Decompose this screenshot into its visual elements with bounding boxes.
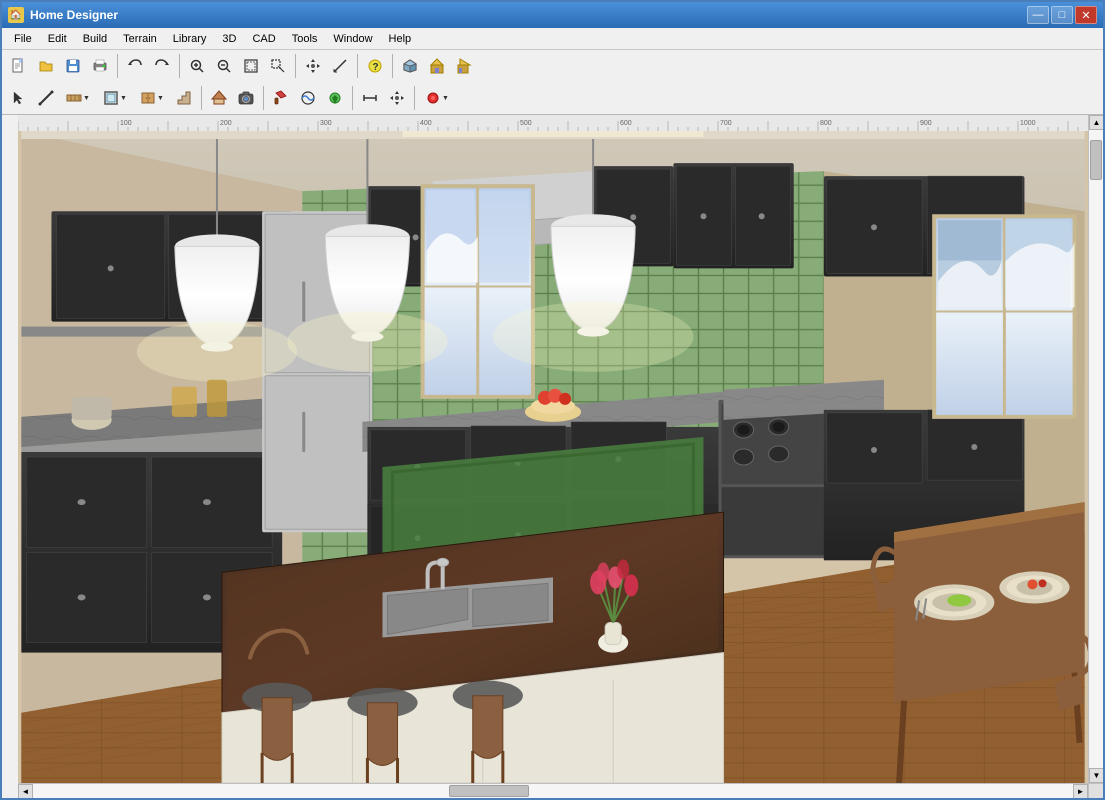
toolbar-row-1: ? <box>2 50 1103 82</box>
camera-button[interactable] <box>233 85 259 111</box>
toolbars: ? ▼ <box>2 50 1103 115</box>
kitchen-render-svg <box>18 131 1088 783</box>
menu-help[interactable]: Help <box>381 31 420 47</box>
menu-build[interactable]: Build <box>75 31 115 47</box>
redo-button[interactable] <box>149 53 175 79</box>
scroll-track-vertical[interactable] <box>1089 130 1103 768</box>
maximize-button[interactable]: □ <box>1051 6 1073 24</box>
scroll-left-button[interactable]: ◄ <box>18 784 33 798</box>
menu-3d[interactable]: 3D <box>214 31 244 47</box>
main-window: 🏠 Home Designer — □ ✕ File Edit Build Te… <box>0 0 1105 800</box>
svg-text:500: 500 <box>520 120 532 127</box>
save-button[interactable] <box>60 53 86 79</box>
draw-line-button[interactable] <box>33 85 59 111</box>
zoom-window-button[interactable] <box>265 53 291 79</box>
open-button[interactable] <box>33 53 59 79</box>
paint-button[interactable] <box>268 85 294 111</box>
scroll-down-button[interactable]: ▼ <box>1089 768 1103 783</box>
stairs-button[interactable] <box>171 85 197 111</box>
svg-text:900: 900 <box>920 120 932 127</box>
title-bar: 🏠 Home Designer — □ ✕ <box>2 2 1103 28</box>
scroll-track-horizontal[interactable] <box>33 784 1073 798</box>
scrollbar-corner <box>1088 783 1103 798</box>
scroll-thumb-horizontal[interactable] <box>449 785 529 797</box>
menu-file[interactable]: File <box>6 31 40 47</box>
canvas-inner[interactable] <box>18 131 1088 783</box>
side-view-button[interactable] <box>451 53 477 79</box>
svg-text:?: ? <box>373 62 379 73</box>
svg-text:200: 200 <box>220 120 232 127</box>
wall-tool-button[interactable]: ▼ <box>60 85 96 111</box>
scroll-up-button[interactable]: ▲ <box>1089 115 1103 130</box>
new-button[interactable] <box>6 53 32 79</box>
top-ruler: // ruler ticks drawn via JS below 100200… <box>18 115 1088 131</box>
svg-text:300: 300 <box>320 120 332 127</box>
app-icon: 🏠 <box>8 7 24 23</box>
roof-button[interactable] <box>206 85 232 111</box>
main-area: // ruler ticks drawn via JS below 100200… <box>2 115 1103 798</box>
3d-render-view[interactable] <box>18 131 1088 783</box>
front-view-button[interactable] <box>424 53 450 79</box>
select-tool-button[interactable] <box>6 85 32 111</box>
window-title: Home Designer <box>30 8 118 22</box>
scroll-right-button[interactable]: ► <box>1073 784 1088 798</box>
undo-button[interactable] <box>122 53 148 79</box>
canvas-area[interactable]: // ruler ticks drawn via JS below 100200… <box>2 115 1103 798</box>
horizontal-scrollbar[interactable]: ◄ ► <box>18 783 1088 798</box>
room-tool-button[interactable]: ▼ <box>97 85 133 111</box>
menu-edit[interactable]: Edit <box>40 31 75 47</box>
scroll-thumb-vertical[interactable] <box>1090 140 1102 180</box>
close-button[interactable]: ✕ <box>1075 6 1097 24</box>
zoom-fit-button[interactable] <box>238 53 264 79</box>
dimension-button[interactable] <box>357 85 383 111</box>
zoom-out-button[interactable] <box>211 53 237 79</box>
window-controls: — □ ✕ <box>1027 6 1097 24</box>
menu-library[interactable]: Library <box>165 31 215 47</box>
help-button[interactable]: ? <box>362 53 388 79</box>
measure-button[interactable] <box>327 53 353 79</box>
menu-bar: File Edit Build Terrain Library 3D CAD T… <box>2 28 1103 50</box>
menu-cad[interactable]: CAD <box>244 31 283 47</box>
menu-terrain[interactable]: Terrain <box>115 31 165 47</box>
move-tool-button[interactable] <box>384 85 410 111</box>
zoom-in-button[interactable] <box>184 53 210 79</box>
svg-text:800: 800 <box>820 120 832 127</box>
record-button[interactable]: ▼ <box>419 85 455 111</box>
svg-text:400: 400 <box>420 120 432 127</box>
pan-button[interactable] <box>300 53 326 79</box>
svg-text:600: 600 <box>620 120 632 127</box>
print-button[interactable] <box>87 53 113 79</box>
svg-text:1000: 1000 <box>1020 120 1036 127</box>
menu-window[interactable]: Window <box>325 31 380 47</box>
svg-text:100: 100 <box>120 120 132 127</box>
title-bar-left: 🏠 Home Designer <box>8 7 118 23</box>
svg-text:700: 700 <box>720 120 732 127</box>
menu-tools[interactable]: Tools <box>284 31 326 47</box>
vertical-scrollbar[interactable]: ▲ ▼ <box>1088 115 1103 783</box>
texture-button[interactable] <box>295 85 321 111</box>
cabinet-tool-button[interactable]: ▼ <box>134 85 170 111</box>
toolbar-row-2: ▼ ▼ ▼ <box>2 82 1103 114</box>
material-dropper-button[interactable] <box>322 85 348 111</box>
minimize-button[interactable]: — <box>1027 6 1049 24</box>
3d-view-button[interactable] <box>397 53 423 79</box>
